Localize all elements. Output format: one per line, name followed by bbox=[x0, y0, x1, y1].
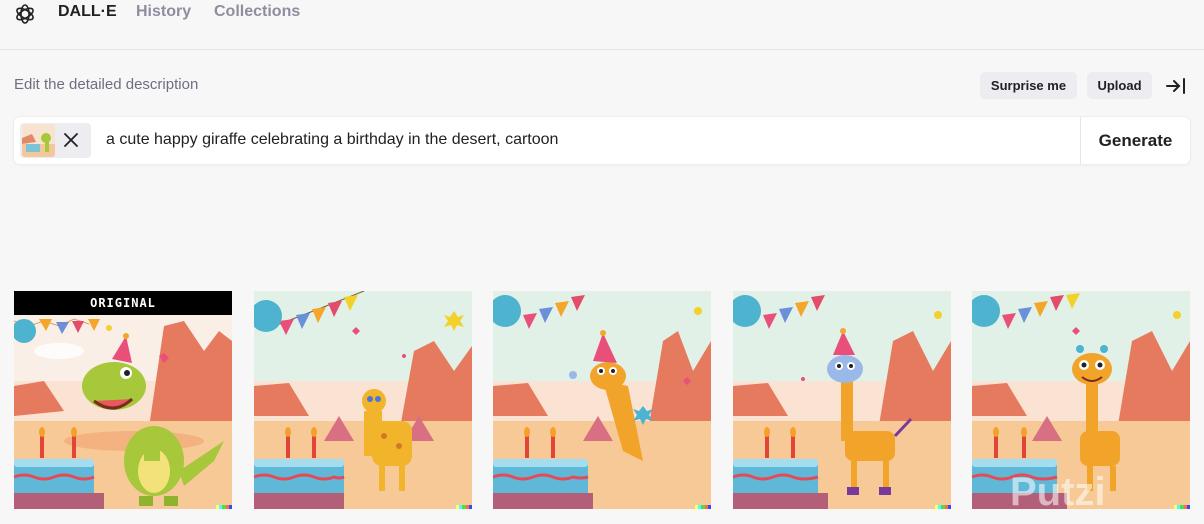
source-image-chip bbox=[20, 123, 91, 158]
openai-logo-icon[interactable] bbox=[13, 2, 37, 26]
upload-button[interactable]: Upload bbox=[1087, 72, 1152, 99]
original-badge: ORIGINAL bbox=[14, 291, 232, 315]
original-image bbox=[14, 291, 232, 509]
collapse-right-icon[interactable] bbox=[1165, 76, 1187, 96]
dalle-color-signature bbox=[1174, 505, 1190, 509]
top-navigation: DALL·E History Collections bbox=[0, 0, 1204, 50]
gallery-card-variation-1[interactable] bbox=[254, 291, 472, 509]
watermark-text: Putzi bbox=[1010, 470, 1106, 514]
variation-image-1 bbox=[254, 291, 472, 509]
source-image-thumbnail[interactable] bbox=[22, 124, 55, 157]
nav-history-link[interactable]: History bbox=[136, 3, 191, 21]
close-icon[interactable] bbox=[62, 131, 80, 149]
edit-description-label: Edit the detailed description bbox=[14, 76, 199, 93]
dalle-color-signature bbox=[216, 505, 232, 509]
gallery-card-original[interactable]: ORIGINAL bbox=[14, 291, 232, 509]
dalle-color-signature bbox=[456, 505, 472, 509]
variation-image-3 bbox=[733, 291, 951, 509]
dalle-color-signature bbox=[935, 505, 951, 509]
variation-image-2 bbox=[493, 291, 711, 509]
gallery-card-variation-2[interactable] bbox=[493, 291, 711, 509]
surprise-me-button[interactable]: Surprise me bbox=[980, 72, 1077, 99]
generate-button[interactable]: Generate bbox=[1080, 117, 1190, 164]
dalle-color-signature bbox=[695, 505, 711, 509]
nav-collections-link[interactable]: Collections bbox=[214, 3, 300, 21]
nav-brand-dalle[interactable]: DALL·E bbox=[58, 3, 117, 21]
prompt-bar: a cute happy giraffe celebrating a birth… bbox=[14, 117, 1190, 164]
gallery-card-variation-3[interactable] bbox=[733, 291, 951, 509]
prompt-input[interactable]: a cute happy giraffe celebrating a birth… bbox=[106, 131, 558, 149]
